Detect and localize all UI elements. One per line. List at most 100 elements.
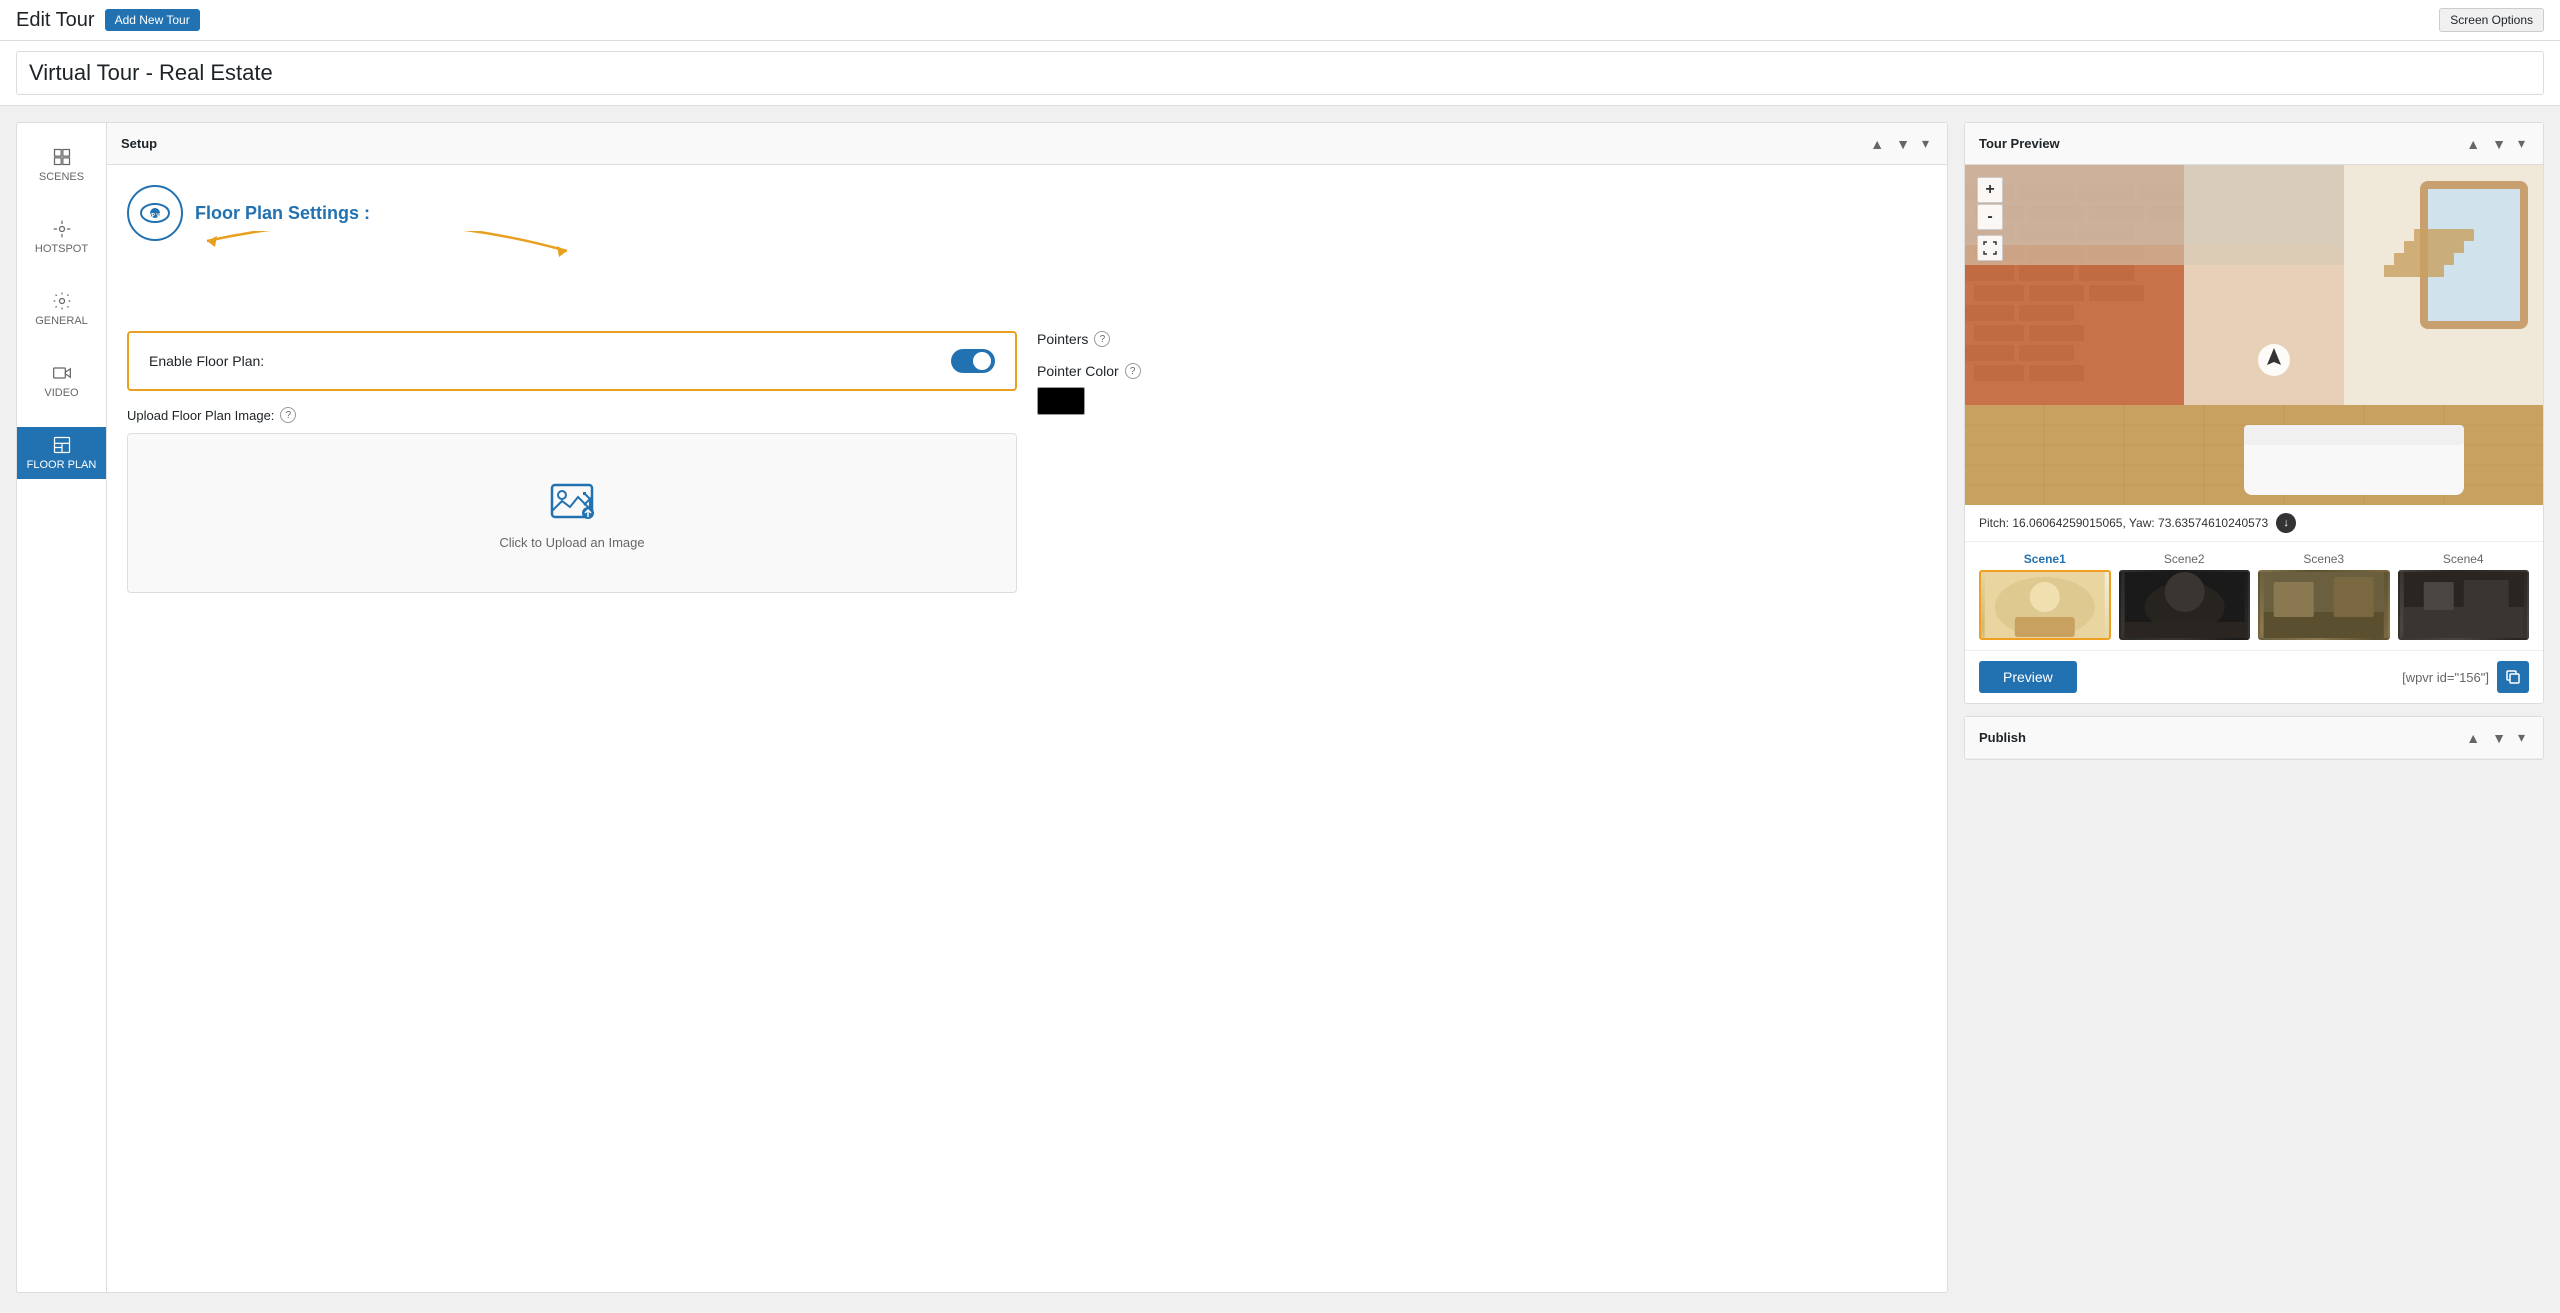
sidebar-item-scenes[interactable]: SCENES xyxy=(17,139,106,191)
pointer-color-swatch[interactable] xyxy=(1037,387,1085,415)
tour-title-bar xyxy=(0,41,2560,106)
pointer-color-label-text: Pointer Color xyxy=(1037,363,1119,379)
page-title: Edit Tour xyxy=(16,9,95,32)
admin-header: Edit Tour Add New Tour Screen Options xyxy=(0,0,2560,41)
publish-title: Publish xyxy=(1979,730,2026,745)
pitch-yaw-info: Pitch: 16.06064259015065, Yaw: 73.635746… xyxy=(1965,505,2543,542)
pointers-field: Pointers ? xyxy=(1037,331,1927,347)
scene-1-svg xyxy=(1981,572,2109,640)
enable-floor-plan-toggle[interactable] xyxy=(951,349,995,373)
preview-collapse-up-btn[interactable]: ▲ xyxy=(2462,133,2484,154)
shortcode-text: [wpvr id="156"] xyxy=(2402,670,2489,685)
upload-image-label: Upload Floor Plan Image: ? xyxy=(127,407,1017,423)
setup-panel: Setup ▲ ▼ ▾ WP VR xyxy=(106,122,1948,1293)
screen-options-button[interactable]: Screen Options xyxy=(2439,8,2544,32)
sidebar-item-scenes-label: SCENES xyxy=(39,171,84,183)
upload-text: Click to Upload an Image xyxy=(499,535,644,550)
scene-item-1[interactable]: Scene1 xyxy=(1979,552,2111,640)
sidebar-item-video[interactable]: VIDEO xyxy=(17,355,106,407)
settings-grid: Enable Floor Plan: Upload Floor Plan Ima… xyxy=(127,331,1927,593)
scene-4-label: Scene4 xyxy=(2398,552,2530,566)
room-preview-svg xyxy=(1965,165,2543,505)
preview-panel: Tour Preview ▲ ▼ ▾ xyxy=(1964,122,2544,704)
preview-panel-controls: ▲ ▼ ▾ xyxy=(2462,133,2529,154)
pointer-color-label: Pointer Color ? xyxy=(1037,363,1927,379)
enable-floor-plan-label: Enable Floor Plan: xyxy=(149,353,264,369)
svg-text:WP VR: WP VR xyxy=(147,213,164,219)
sidebar-item-general[interactable]: GENERAL xyxy=(17,283,106,335)
enable-floor-plan-box: Enable Floor Plan: xyxy=(127,331,1017,391)
fullscreen-button[interactable] xyxy=(1977,235,2003,261)
scene-item-3[interactable]: Scene3 xyxy=(2258,552,2390,640)
download-icon[interactable]: ↓ xyxy=(2276,513,2296,533)
shortcode-area: [wpvr id="156"] xyxy=(2402,661,2529,693)
scene-4-thumb[interactable] xyxy=(2398,570,2530,640)
pitch-yaw-text: Pitch: 16.06064259015065, Yaw: 73.635746… xyxy=(1979,516,2268,530)
preview-footer: Preview [wpvr id="156"] xyxy=(1965,651,2543,703)
zoom-out-button[interactable]: - xyxy=(1977,204,2003,230)
preview-image-container: + - xyxy=(1965,165,2543,505)
sidebar-item-floor-plan-label: FLOOR PLAN xyxy=(27,459,97,471)
zoom-controls: + - xyxy=(1977,177,2003,261)
left-panel: SCENES HOTSPOT GENERAL xyxy=(16,122,1948,1293)
add-new-button[interactable]: Add New Tour xyxy=(105,9,200,31)
arrow-annotation xyxy=(127,261,1927,321)
copy-shortcode-button[interactable] xyxy=(2497,661,2529,693)
pointers-label-text: Pointers xyxy=(1037,331,1088,347)
preview-collapse-down-btn[interactable]: ▼ xyxy=(2488,133,2510,154)
floor-plan-content: WP VR Floor Plan Settings : xyxy=(107,165,1947,613)
scene-1-thumb[interactable] xyxy=(1979,570,2111,640)
pointers-info-icon[interactable]: ? xyxy=(1094,331,1110,347)
floor-plan-icon xyxy=(52,435,72,455)
tour-preview-title: Tour Preview xyxy=(1979,136,2060,151)
pointer-color-info-icon[interactable]: ? xyxy=(1125,363,1141,379)
header-left: Edit Tour Add New Tour xyxy=(16,9,200,32)
publish-panel-controls: ▲ ▼ ▾ xyxy=(2462,727,2529,748)
preview-panel-header: Tour Preview ▲ ▼ ▾ xyxy=(1965,123,2543,165)
main-layout: SCENES HOTSPOT GENERAL xyxy=(0,106,2560,1309)
scene-3-svg xyxy=(2260,572,2388,640)
scene-3-thumb[interactable] xyxy=(2258,570,2390,640)
scene-item-2[interactable]: Scene2 xyxy=(2119,552,2251,640)
right-panel: Tour Preview ▲ ▼ ▾ xyxy=(1964,122,2544,1293)
scene-2-thumb[interactable] xyxy=(2119,570,2251,640)
sidebar-item-hotspot-label: HOTSPOT xyxy=(35,243,88,255)
wpvr-logo-svg: WP VR xyxy=(139,197,171,229)
toggle-slider xyxy=(951,349,995,373)
sidebar-item-hotspot[interactable]: HOTSPOT xyxy=(17,211,106,263)
setup-panel-header: Setup ▲ ▼ ▾ xyxy=(107,123,1947,165)
fullscreen-icon xyxy=(1983,241,1997,255)
sidebar: SCENES HOTSPOT GENERAL xyxy=(16,122,106,1293)
scene-1-label: Scene1 xyxy=(1979,552,2111,566)
publish-panel: Publish ▲ ▼ ▾ xyxy=(1964,716,2544,760)
setup-panel-controls: ▲ ▼ ▾ xyxy=(1866,133,1933,154)
scenes-row: Scene1 Scene2 xyxy=(1965,542,2543,651)
hotspot-icon xyxy=(52,219,72,239)
publish-collapse-down-btn[interactable]: ▼ xyxy=(2488,727,2510,748)
sidebar-item-general-label: GENERAL xyxy=(35,315,88,327)
copy-icon xyxy=(2505,669,2521,685)
settings-right: Pointers ? Pointer Color ? xyxy=(1037,331,1927,593)
upload-label-text: Upload Floor Plan Image: xyxy=(127,408,274,423)
publish-toggle-btn[interactable]: ▾ xyxy=(2514,727,2529,748)
scene-item-4[interactable]: Scene4 xyxy=(2398,552,2530,640)
preview-button[interactable]: Preview xyxy=(1979,661,2077,693)
tour-title-input[interactable] xyxy=(16,51,2544,95)
upload-area[interactable]: Click to Upload an Image xyxy=(127,433,1017,593)
setup-collapse-down-btn[interactable]: ▼ xyxy=(1892,133,1914,154)
scene-2-svg xyxy=(2121,572,2249,640)
pointer-color-field: Pointer Color ? xyxy=(1037,363,1927,415)
publish-collapse-up-btn[interactable]: ▲ xyxy=(2462,727,2484,748)
curved-arrow-svg xyxy=(187,231,587,311)
setup-collapse-up-btn[interactable]: ▲ xyxy=(1866,133,1888,154)
upload-image-icon xyxy=(548,477,596,525)
upload-info-icon[interactable]: ? xyxy=(280,407,296,423)
scene-4-svg xyxy=(2400,572,2528,640)
sidebar-item-floor-plan[interactable]: FLOOR PLAN xyxy=(17,427,106,479)
preview-toggle-btn[interactable]: ▾ xyxy=(2514,133,2529,154)
video-icon xyxy=(52,363,72,383)
zoom-in-button[interactable]: + xyxy=(1977,177,2003,203)
setup-toggle-btn[interactable]: ▾ xyxy=(1918,133,1933,154)
setup-panel-title: Setup xyxy=(121,136,157,151)
pointers-label: Pointers ? xyxy=(1037,331,1927,347)
